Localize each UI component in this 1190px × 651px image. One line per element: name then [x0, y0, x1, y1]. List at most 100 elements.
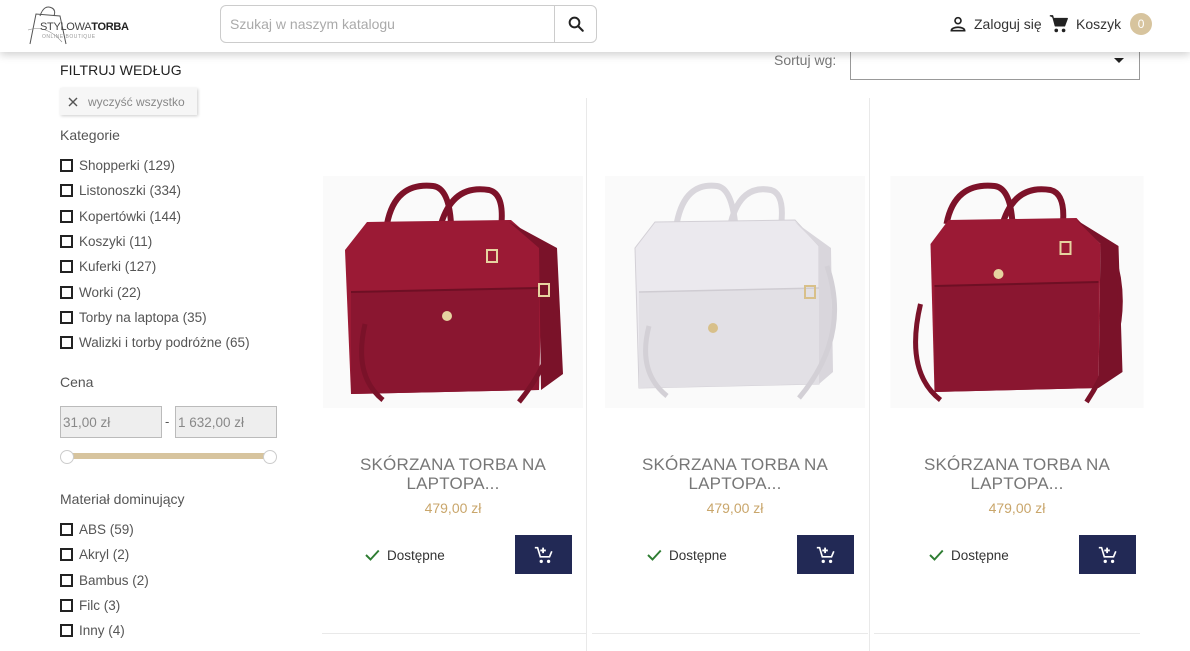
sort-label: Sortuj wg: — [774, 52, 837, 68]
category-option-label: Shopperki (129) — [79, 158, 176, 174]
category-option-label: Koszyki (11) — [79, 234, 153, 250]
product-name[interactable]: SKÓRZANA TORBA NA LAPTOPA... — [605, 455, 865, 493]
checkmark-icon — [929, 549, 944, 561]
categories-facet-title: Kategorie — [60, 127, 120, 143]
cart-link[interactable]: Koszyk 0 — [1048, 12, 1153, 36]
material-option[interactable]: Filc (3) — [60, 593, 149, 618]
category-option-label: Kuferki (127) — [79, 259, 157, 275]
chevron-down-icon — [1114, 58, 1124, 63]
add-to-cart-button[interactable] — [515, 535, 572, 574]
checkbox[interactable] — [60, 260, 73, 274]
price-max-field[interactable]: 1 632,00 zł — [175, 406, 277, 438]
search-bar — [220, 5, 597, 43]
material-facet-title: Materiał dominujący — [60, 491, 185, 507]
close-icon — [68, 97, 78, 106]
search-button[interactable] — [554, 6, 596, 42]
category-option[interactable]: Kopertówki (144) — [60, 204, 250, 229]
logo-tagline: ONLINE BOUTIQUE — [42, 34, 96, 40]
checkbox[interactable] — [60, 599, 73, 613]
material-option-label: Filc (3) — [79, 598, 121, 614]
checkbox[interactable] — [60, 336, 73, 350]
checkbox[interactable] — [60, 285, 73, 299]
price-slider-track — [67, 453, 271, 459]
checkbox[interactable] — [60, 235, 73, 249]
price-range-inputs: 31,00 zł - 1 632,00 zł — [60, 406, 280, 438]
add-to-cart-icon — [816, 546, 835, 563]
cart-label: Koszyk — [1076, 16, 1122, 32]
filter-title: FILTRUJ WEDŁUG — [60, 62, 182, 78]
product-name[interactable]: SKÓRZANA TORBA NA LAPTOPA... — [887, 455, 1147, 493]
clear-all-filters-button[interactable]: wyczyść wszystko — [60, 88, 197, 115]
add-to-cart-button[interactable] — [1079, 535, 1136, 574]
add-to-cart-icon — [534, 546, 553, 563]
availability-label: Dostępne — [951, 547, 1009, 563]
category-option[interactable]: Worki (22) — [60, 279, 250, 304]
category-option[interactable]: Walizki i torby podróżne (65) — [60, 330, 250, 355]
category-option[interactable]: Koszyki (11) — [60, 229, 250, 254]
price-slider-min-handle[interactable] — [60, 450, 74, 464]
checkmark-icon — [365, 549, 380, 561]
checkbox[interactable] — [60, 209, 73, 223]
grid-divider — [874, 633, 1140, 634]
checkbox[interactable] — [60, 310, 73, 324]
availability-label: Dostępne — [387, 547, 445, 563]
grid-divider — [322, 633, 586, 634]
product-price: 479,00 zł — [988, 500, 1046, 516]
material-option[interactable]: Bambus (2) — [60, 568, 149, 593]
checkbox[interactable] — [60, 523, 73, 537]
material-option-label: ABS (59) — [79, 522, 134, 538]
product-card[interactable]: SKÓRZANA TORBA NA LAPTOPA... 479,00 zł D… — [887, 98, 1147, 633]
availability-label: Dostępne — [669, 547, 727, 563]
filters-sidebar: FILTRUJ WEDŁUG wyczyść wszystko Kategori… — [60, 52, 290, 651]
product-price: 479,00 zł — [706, 500, 764, 516]
checkbox[interactable] — [60, 573, 73, 587]
checkbox[interactable] — [60, 159, 73, 173]
price-separator: - — [165, 414, 170, 429]
material-option-label: Akryl (2) — [79, 547, 130, 563]
search-input[interactable] — [221, 6, 554, 42]
product-card[interactable]: SKÓRZANA TORBA NA LAPTOPA... 479,00 zł D… — [323, 98, 583, 633]
category-option[interactable]: Listonoszki (334) — [60, 178, 250, 203]
price-facet-title: Cena — [60, 374, 94, 390]
product-price: 479,00 zł — [424, 500, 482, 516]
product-image[interactable] — [605, 176, 865, 408]
grid-divider — [592, 633, 868, 634]
price-slider-max-handle[interactable] — [263, 450, 277, 464]
product-name[interactable]: SKÓRZANA TORBA NA LAPTOPA... — [323, 455, 583, 493]
material-option-label: Bambus (2) — [79, 572, 149, 588]
add-to-cart-button[interactable] — [797, 535, 854, 574]
shopping-cart-icon — [1049, 15, 1068, 33]
availability-status: Dostępne — [645, 546, 727, 564]
cart-count-badge: 0 — [1130, 13, 1153, 35]
categories-facet-list: Shopperki (129) Listonoszki (334) Kopert… — [60, 153, 250, 355]
category-option-label: Torby na laptopa (35) — [79, 309, 207, 325]
product-card[interactable]: SKÓRZANA TORBA NA LAPTOPA... 479,00 zł D… — [605, 98, 865, 633]
product-image[interactable] — [323, 176, 583, 408]
category-option[interactable]: Shopperki (129) — [60, 153, 250, 178]
user-icon — [950, 16, 966, 32]
checkmark-icon — [647, 549, 662, 561]
store-logo[interactable]: STYLOWATORBA ONLINE BOUTIQUE — [26, 4, 129, 46]
checkbox[interactable] — [60, 624, 73, 638]
login-label: Zaloguj się — [974, 16, 1042, 32]
material-option[interactable]: ABS (59) — [60, 517, 149, 542]
grid-divider — [869, 98, 870, 651]
material-option[interactable]: Inny (4) — [60, 618, 149, 643]
product-image[interactable] — [887, 176, 1147, 408]
clear-all-label: wyczyść wszystko — [88, 94, 185, 109]
checkbox[interactable] — [60, 184, 73, 198]
material-facet-list: ABS (59) Akryl (2) Bambus (2) Filc (3) I… — [60, 517, 149, 643]
category-option[interactable]: Torby na laptopa (35) — [60, 305, 250, 330]
logo-text: STYLOWATORBA — [40, 21, 129, 33]
category-option-label: Worki (22) — [79, 284, 142, 300]
material-option[interactable]: Akryl (2) — [60, 542, 149, 567]
checkbox[interactable] — [60, 548, 73, 562]
category-option-label: Kopertówki (144) — [79, 208, 182, 224]
price-min-field[interactable]: 31,00 zł — [60, 406, 162, 438]
category-option[interactable]: Kuferki (127) — [60, 254, 250, 279]
login-link[interactable]: Zaloguj się — [948, 13, 1042, 35]
price-slider[interactable] — [60, 450, 278, 464]
material-option-label: Inny (4) — [79, 623, 125, 639]
category-option-label: Listonoszki (334) — [79, 183, 182, 199]
availability-status: Dostępne — [927, 546, 1009, 564]
